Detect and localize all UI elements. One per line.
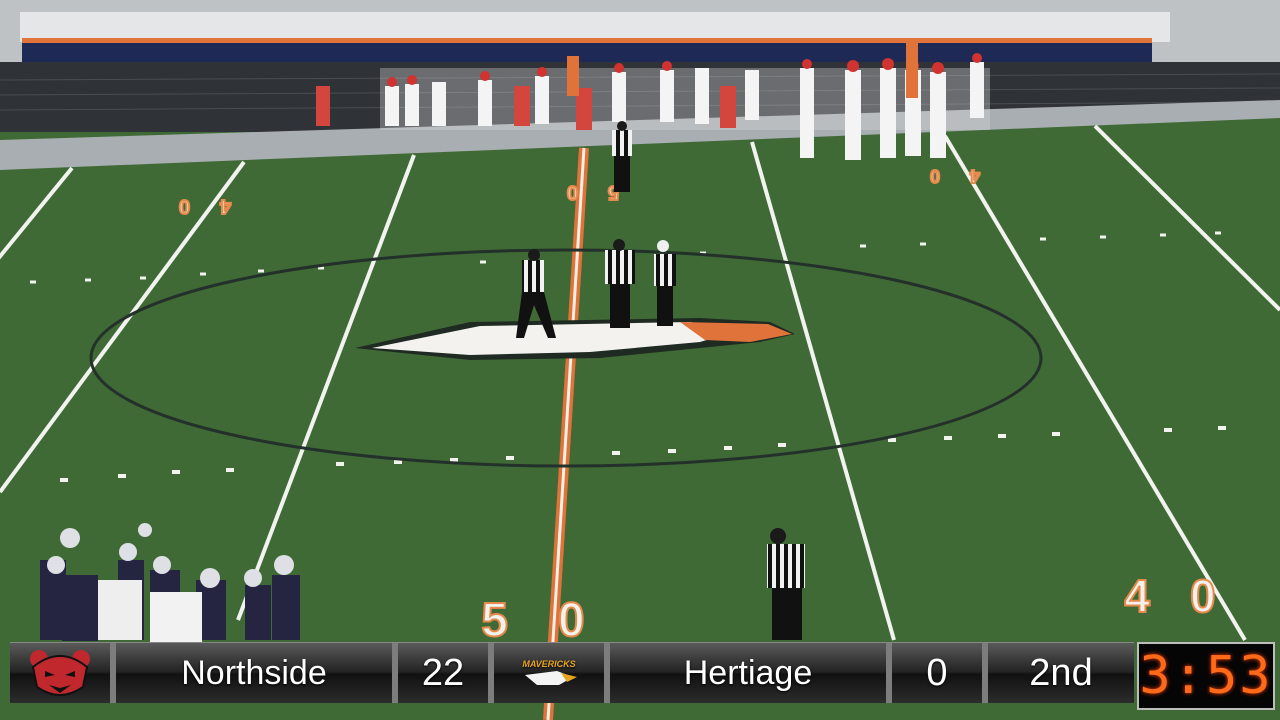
home-team-logo [10, 643, 116, 703]
referee-near [767, 528, 805, 640]
eagle-logo-icon: MAVERICKS [522, 659, 577, 685]
game-period: 2nd [1029, 651, 1093, 694]
field-number-far-mid: 50 [537, 181, 619, 203]
away-team-name: Hertiage [610, 643, 892, 703]
referee-far-sideline [612, 121, 632, 192]
svg-text:MAVERICKS: MAVERICKS [522, 659, 575, 669]
football-field-scene: 50 40 40 50 40 [0, 0, 1280, 720]
home-team-name: Northside [116, 643, 398, 703]
stands-rail [20, 12, 1170, 42]
game-clock-digits: 3:53 [1139, 646, 1273, 706]
home-team-score: 22 [398, 643, 494, 703]
field-number-far-left: 40 [149, 195, 231, 217]
wall-orange-trim [22, 38, 1152, 43]
field-number-near-right: 40 [1124, 570, 1255, 622]
scoreboard-bar: Northside 22 MAVERICKS Hertiage 0 2nd [10, 642, 1134, 703]
away-team-logo: MAVERICKS [494, 643, 610, 703]
bear-head-icon [30, 650, 90, 696]
away-team-score: 0 [892, 643, 988, 703]
field-number-near-mid: 50 [481, 594, 634, 647]
field-number-far-right: 40 [900, 166, 980, 186]
game-clock: 3:53 [1137, 642, 1275, 710]
